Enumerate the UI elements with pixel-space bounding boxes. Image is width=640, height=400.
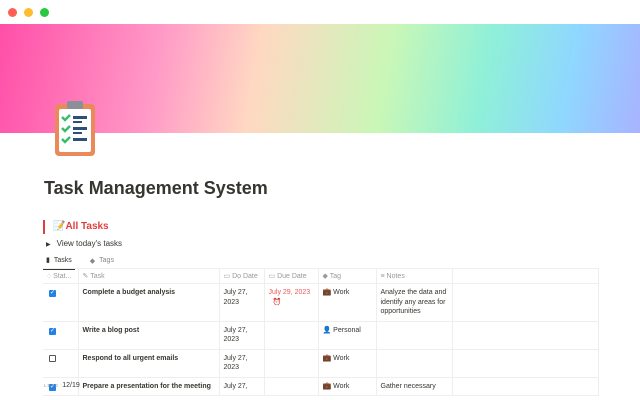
due-date-cell[interactable] xyxy=(264,320,319,350)
do-date-cell[interactable]: July 27, 2023 xyxy=(219,283,265,322)
notes-cell[interactable]: Analyze the data and identify any areas … xyxy=(376,283,453,322)
triangle-right-icon[interactable]: ▶ xyxy=(46,242,51,248)
column-tag[interactable]: ◆ Tag xyxy=(318,268,377,284)
calendar-icon: ▭ xyxy=(223,273,233,280)
tag-emoji-icon: 💼 xyxy=(322,289,332,296)
footer-count: LETE 12/19 xyxy=(44,382,80,389)
memo-icon: 📝 xyxy=(53,221,66,232)
status-cell[interactable]: ✓ xyxy=(43,283,79,322)
count-value: 12/19 xyxy=(62,382,80,389)
document-icon: ▮ xyxy=(46,257,50,264)
callout-text: All Tasks xyxy=(65,221,109,232)
tag-cell[interactable]: 💼 Work xyxy=(318,376,377,396)
empty-cell xyxy=(452,348,599,378)
tasks-table: ◌ Stat... ✎ Task ▭ Do Date ▭ Due Date ◆ … xyxy=(43,268,599,396)
tag-label: Work xyxy=(333,354,350,362)
table-row[interactable]: ✓ Complete a budget analysis July 27, 20… xyxy=(43,283,599,322)
task-cell[interactable]: Prepare a presentation for the meeting xyxy=(78,376,220,396)
window-controls xyxy=(8,8,49,17)
table-header: ◌ Stat... ✎ Task ▭ Do Date ▭ Due Date ◆ … xyxy=(43,268,599,284)
task-cell[interactable]: Complete a budget analysis xyxy=(78,283,220,322)
footer-label: LETE xyxy=(44,383,60,388)
tag-cell[interactable]: 💼 Work xyxy=(318,283,377,322)
due-date-cell[interactable] xyxy=(264,376,319,396)
column-due-date[interactable]: ▭ Due Date xyxy=(264,268,319,284)
cover-image[interactable] xyxy=(0,24,640,133)
table-row[interactable]: Respond to all urgent emails July 27, 20… xyxy=(43,348,599,378)
empty-cell xyxy=(452,376,599,396)
toggle-label: View today's tasks xyxy=(56,239,123,248)
table-row[interactable]: ✓ Write a blog post July 27, 2023 👤 Pers… xyxy=(43,320,599,350)
table-row[interactable]: ✓ Prepare a presentation for the meeting… xyxy=(43,376,599,396)
checkbox[interactable]: ✓ xyxy=(49,327,56,335)
due-date-cell[interactable]: July 29, 2023 ⏰ xyxy=(264,283,319,322)
empty-cell xyxy=(452,283,599,322)
status-cell[interactable]: ✓ xyxy=(43,320,79,350)
alarm-icon: ⏰ xyxy=(272,298,282,306)
minimize-button[interactable] xyxy=(24,8,33,17)
tag-emoji-icon: 💼 xyxy=(322,354,332,362)
close-button[interactable] xyxy=(8,8,17,17)
tag-icon: ◆ xyxy=(322,273,330,280)
empty-cell xyxy=(452,320,599,350)
do-date-cell[interactable]: July 27, xyxy=(219,376,265,396)
due-date-cell[interactable] xyxy=(264,348,319,378)
tag-label: Work xyxy=(333,289,350,296)
task-cell[interactable]: Respond to all urgent emails xyxy=(78,348,220,378)
do-date-cell[interactable]: July 27, 2023 xyxy=(219,348,265,378)
notes-cell[interactable]: Gather necessary xyxy=(376,376,453,396)
tag-label: Work xyxy=(333,382,350,390)
calendar-icon: ▭ xyxy=(268,273,278,280)
notes-cell[interactable] xyxy=(376,348,453,378)
checkbox[interactable] xyxy=(49,354,56,362)
tag-emoji-icon: 💼 xyxy=(322,382,332,390)
do-date-cell[interactable]: July 27, 2023 xyxy=(219,320,265,350)
tag-icon: ◆ xyxy=(89,257,96,265)
task-cell[interactable]: Write a blog post xyxy=(78,320,220,350)
column-empty xyxy=(452,268,599,284)
page-title: Task Management System xyxy=(44,178,268,198)
toggle-todays-tasks[interactable]: ▶ View today's tasks xyxy=(46,238,122,251)
tab-label: Tasks xyxy=(53,256,72,264)
clipboard-checklist-icon[interactable] xyxy=(54,100,96,157)
status-cell[interactable] xyxy=(43,348,79,378)
tag-label: Personal xyxy=(333,326,361,334)
tag-cell[interactable]: 💼 Work xyxy=(318,348,377,378)
column-task[interactable]: ✎ Task xyxy=(78,268,220,284)
column-status[interactable]: ◌ Stat... xyxy=(43,268,79,284)
tag-emoji-icon: 👤 xyxy=(322,326,332,334)
column-do-date[interactable]: ▭ Do Date xyxy=(219,268,265,284)
column-notes[interactable]: ≡ Notes xyxy=(376,268,453,284)
callout-all-tasks: 📝All Tasks xyxy=(43,220,109,234)
checkbox[interactable]: ✓ xyxy=(49,290,56,297)
notes-cell[interactable] xyxy=(376,320,453,350)
tab-label: Tags xyxy=(99,257,114,264)
maximize-button[interactable] xyxy=(40,8,49,17)
tag-cell[interactable]: 👤 Personal xyxy=(318,320,377,350)
